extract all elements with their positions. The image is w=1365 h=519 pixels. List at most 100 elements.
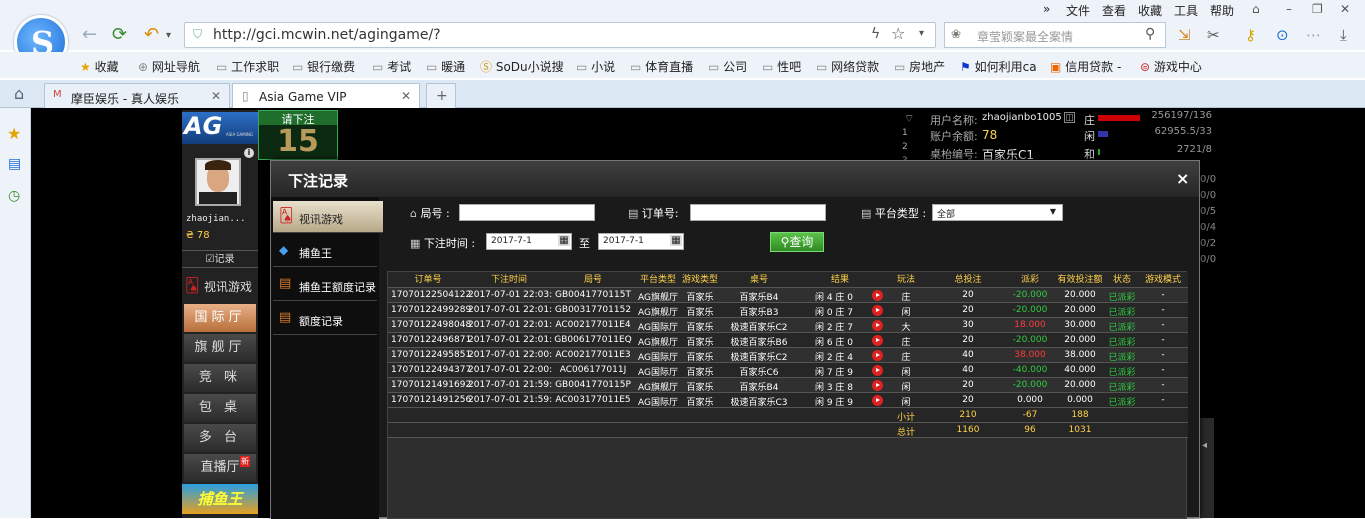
- bookmark-item[interactable]: ★ 收藏: [80, 58, 119, 75]
- bookmark-item[interactable]: ⚑ 如何利用ca: [960, 58, 1037, 75]
- hall-vip-table[interactable]: 包 桌: [184, 394, 256, 422]
- undo-dropdown-icon[interactable]: ▾: [166, 30, 171, 41]
- bookmark-item[interactable]: ▭ 小说: [576, 58, 615, 75]
- menu-video-game[interactable]: 🂡 视讯游戏: [273, 201, 383, 233]
- bookmark-item[interactable]: Ⓢ SoDu小说搜: [480, 58, 564, 75]
- star-icon[interactable]: ☆: [891, 24, 905, 43]
- brand-text: AG: [184, 112, 223, 140]
- round-label: ⌂ 局号 :: [410, 207, 450, 220]
- hall-flagship[interactable]: 旗舰厅: [184, 334, 256, 362]
- fish-king-banner[interactable]: 捕鱼王: [182, 484, 258, 514]
- close-icon[interactable]: ✕: [1340, 2, 1350, 16]
- round-input[interactable]: [459, 204, 595, 221]
- replay-icon[interactable]: [872, 350, 883, 361]
- bookmark-item[interactable]: ▭ 网络贷款: [816, 58, 879, 75]
- login-icon[interactable]: ⇲: [1178, 26, 1191, 44]
- search-icon[interactable]: ⚲: [1145, 26, 1155, 42]
- menu-favorites[interactable]: 收藏: [1138, 2, 1162, 19]
- replay-icon[interactable]: [872, 290, 883, 301]
- side-values: 0/0 0/0 0/5 0/4 0/2 0/0: [1200, 172, 1217, 265]
- favorites-icon[interactable]: ★: [7, 124, 21, 143]
- bookmark-item[interactable]: ▭ 房地产: [894, 58, 945, 75]
- bookmark-item[interactable]: ▭ 考试: [372, 58, 411, 75]
- search-bar[interactable]: ❀ 章莹颖案最全案情 ⚲: [944, 22, 1166, 48]
- cell-mode: -: [1161, 320, 1165, 330]
- replay-icon[interactable]: [872, 305, 883, 316]
- bookmark-item[interactable]: ▭ 工作求职: [216, 58, 279, 75]
- search-input[interactable]: 章莹颖案最全案情: [977, 28, 1073, 45]
- skin-icon[interactable]: ⌂: [1252, 2, 1260, 16]
- bookmark-item[interactable]: ▭ 暖通: [426, 58, 465, 75]
- key-icon[interactable]: ⚷: [1245, 26, 1256, 44]
- hall-international[interactable]: 国际厅: [184, 304, 256, 332]
- date-to-input[interactable]: 2017-7-1 ▦: [598, 233, 684, 250]
- side-value: 0/5: [1200, 206, 1217, 217]
- platform-select[interactable]: 全部 ▼: [932, 204, 1063, 221]
- col-header: 局号: [583, 275, 602, 285]
- bookmark-item[interactable]: ▭ 体育直播: [630, 58, 693, 75]
- side-value: 0/0: [1200, 254, 1217, 265]
- menu-credit-record[interactable]: ▤ 额度记录: [273, 303, 377, 335]
- col-header: 桌号: [749, 275, 768, 285]
- menu-file[interactable]: 文件: [1066, 2, 1090, 19]
- bookmark-item[interactable]: ▭ 公司: [708, 58, 747, 75]
- address-bar[interactable]: ⛉ http://gci.mcwin.net/agingame/? ϟ ☆ ▾: [184, 22, 936, 48]
- countdown-box: 请下注 15: [258, 110, 338, 160]
- cell-status: 已派彩: [1108, 398, 1136, 408]
- undo-icon[interactable]: ↶: [144, 24, 159, 45]
- replay-icon[interactable]: [872, 380, 883, 391]
- dialog-close-button[interactable]: ×: [1176, 169, 1189, 188]
- calendar-icon[interactable]: ▦: [558, 235, 570, 246]
- menu-help[interactable]: 帮助: [1210, 2, 1234, 19]
- replay-icon[interactable]: [872, 365, 883, 376]
- bookmark-item[interactable]: ▭ 性吧: [762, 58, 801, 75]
- replay-icon[interactable]: [872, 320, 883, 331]
- video-game-button[interactable]: 🂡 视讯游戏: [182, 274, 258, 300]
- info-box-icon[interactable]: ◫: [1064, 112, 1075, 123]
- bookmark-item[interactable]: ▣ 信用贷款 -: [1050, 58, 1121, 75]
- query-button[interactable]: ⚲查询: [770, 232, 824, 252]
- close-tab-icon[interactable]: ✕: [401, 89, 411, 103]
- cell-order: 17070122494377: [391, 365, 472, 375]
- date-from-input[interactable]: 2017-7-1 ▦: [486, 233, 572, 250]
- order-input[interactable]: [690, 204, 826, 221]
- replay-icon[interactable]: [872, 335, 883, 346]
- new-tab-button[interactable]: +: [426, 83, 456, 108]
- calendar-icon[interactable]: ▦: [670, 235, 682, 246]
- download-icon[interactable]: ⤓: [1340, 26, 1347, 44]
- scissors-icon[interactable]: ✂: [1207, 26, 1220, 44]
- reader-icon[interactable]: ▤: [8, 156, 21, 172]
- address-input[interactable]: http://gci.mcwin.net/agingame/?: [213, 27, 441, 43]
- menu-fish-king[interactable]: ◆ 捕鱼王: [273, 235, 377, 267]
- back-icon[interactable]: ←: [82, 24, 97, 45]
- cell-valid: 20.000: [1064, 380, 1096, 390]
- restore-icon[interactable]: ❐: [1312, 2, 1323, 16]
- bookmark-item[interactable]: ⊕ 网址导航: [138, 58, 200, 75]
- more-icon[interactable]: ⋯: [1306, 26, 1321, 44]
- tab-mochen[interactable]: M 摩臣娱乐 - 真人娱乐 ✕: [44, 83, 230, 108]
- paw-icon[interactable]: ❀: [951, 27, 961, 41]
- record-button[interactable]: ☑记录: [182, 250, 258, 268]
- menu-overflow-chevron[interactable]: »: [1043, 2, 1050, 16]
- minimize-icon[interactable]: –: [1286, 2, 1292, 16]
- hall-squeeze[interactable]: 竞 咪: [184, 364, 256, 392]
- close-tab-icon[interactable]: ✕: [211, 89, 221, 103]
- refresh-icon[interactable]: ⟳: [112, 24, 127, 45]
- history-icon[interactable]: ◷: [8, 188, 20, 204]
- bookmark-item[interactable]: ▭ 银行缴费: [292, 58, 355, 75]
- bookmark-item[interactable]: ⊜ 游戏中心: [1140, 58, 1202, 75]
- lightning-icon[interactable]: ϟ: [871, 26, 880, 42]
- info-icon[interactable]: i: [244, 148, 254, 158]
- menu-tools[interactable]: 工具: [1174, 2, 1198, 19]
- side-collapse-tab[interactable]: ◂: [1200, 418, 1214, 518]
- zoom-icon[interactable]: ⊙: [1276, 26, 1289, 44]
- table-row: 17070122499289 2017-07-01 22:01: GB0031770…: [388, 303, 1188, 318]
- menu-fish-king-credit[interactable]: ▤ 捕鱼王额度记录: [273, 269, 377, 301]
- menu-view[interactable]: 查看: [1102, 2, 1126, 19]
- tab-asia-game[interactable]: ▯ Asia Game VIP ✕: [232, 83, 420, 108]
- url-dropdown-icon[interactable]: ▾: [919, 28, 924, 39]
- hall-multi-table[interactable]: 多 台: [184, 424, 256, 452]
- home-icon[interactable]: ⌂: [14, 84, 24, 103]
- replay-icon[interactable]: [872, 395, 883, 406]
- cell-mode: -: [1161, 305, 1165, 315]
